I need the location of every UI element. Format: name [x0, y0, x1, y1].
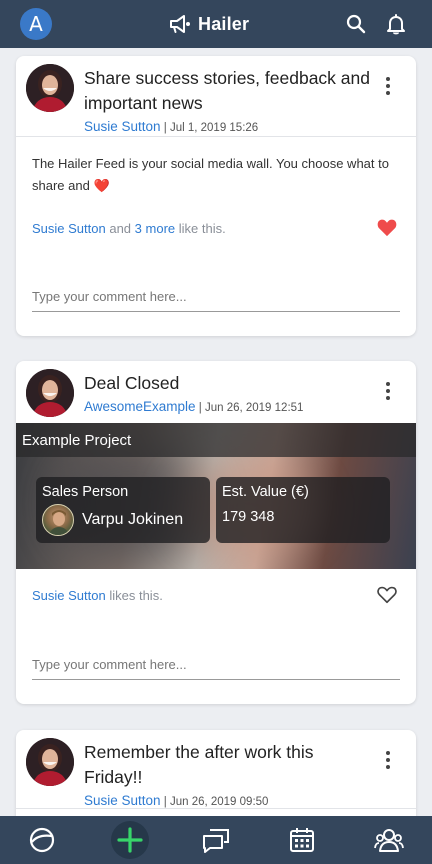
nav-discussions-button[interactable]: [200, 824, 232, 856]
calendar-icon: [290, 828, 314, 852]
likes-and: and: [109, 220, 132, 236]
nav-feed-button[interactable]: [26, 824, 58, 856]
likes-more-link[interactable]: 3 more: [135, 221, 175, 236]
est-value-field: Est. Value (€) 179 348: [216, 477, 390, 543]
likes-row: Susie Sutton and 3 more like this.: [16, 206, 416, 250]
post-title: Share success stories, feedback and impo…: [84, 68, 370, 113]
avatar-photo-icon: [26, 369, 74, 417]
author-avatar[interactable]: [26, 738, 74, 786]
post-body: The Hailer Feed is your social media wal…: [16, 137, 416, 197]
post-title: Remember the after work this Friday!!: [84, 742, 314, 787]
top-bar: A Hailer: [0, 0, 432, 48]
person-photo-icon: [48, 510, 70, 535]
avatar-photo-icon: [26, 738, 74, 786]
author-link[interactable]: Susie Sutton: [84, 793, 161, 808]
add-icon: [117, 827, 143, 853]
project-name[interactable]: Example Project: [16, 423, 416, 457]
account-avatar[interactable]: A: [20, 8, 52, 40]
people-icon: [374, 829, 404, 852]
feed-post: Share success stories, feedback and impo…: [16, 56, 416, 336]
field-label: Est. Value (€): [222, 484, 309, 500]
hailer-logo-icon: [170, 15, 190, 33]
author-link[interactable]: AwesomeExample: [84, 399, 196, 414]
person-row[interactable]: Varpu Jokinen: [42, 504, 204, 536]
more-vert-icon[interactable]: [380, 76, 396, 96]
post-date: Jun 26, 2019 09:50: [169, 796, 269, 808]
post-header: Remember the after work this Friday!! Su…: [16, 730, 416, 810]
feed-post: Deal Closed AwesomeExample | Jun 26, 201…: [16, 361, 416, 704]
bottom-nav: [0, 816, 432, 864]
likes-suffix: likes this.: [109, 587, 163, 603]
nav-people-button[interactable]: [373, 824, 405, 856]
post-meta: Susie Sutton | Jul 1, 2019 15:26: [84, 119, 259, 134]
avatar-photo-icon: [26, 64, 74, 112]
deal-banner[interactable]: Example Project Sales Person Varpu Jokin…: [16, 423, 416, 569]
comment-input[interactable]: [32, 282, 400, 312]
nav-calendar-button[interactable]: [286, 824, 318, 856]
comment-input[interactable]: [32, 650, 400, 680]
person-avatar: [42, 504, 74, 536]
heart-emoji: ❤️: [93, 178, 110, 193]
heart-outline-icon[interactable]: [376, 583, 398, 605]
post-date: Jun 26, 2019 12:51: [204, 402, 304, 414]
field-value: Varpu Jokinen: [82, 511, 184, 528]
post-date: Jul 1, 2019 15:26: [169, 122, 259, 134]
author-avatar[interactable]: [26, 369, 74, 417]
heart-filled-icon[interactable]: [376, 216, 398, 238]
discussions-icon: [203, 829, 229, 853]
author-link[interactable]: Susie Sutton: [84, 119, 161, 134]
post-meta: AwesomeExample | Jun 26, 2019 12:51: [84, 399, 304, 414]
feed-icon: [29, 827, 55, 853]
brand-name: Hailer: [198, 13, 250, 34]
liker-link[interactable]: Susie Sutton: [32, 588, 106, 603]
more-vert-icon[interactable]: [380, 381, 396, 401]
more-vert-icon[interactable]: [380, 750, 396, 770]
likes-suffix: like this.: [178, 220, 226, 236]
brand-logo: Hailer: [168, 12, 249, 36]
nav-add-button[interactable]: [111, 821, 149, 859]
sales-person-field: Sales Person Varpu Jokinen: [36, 477, 210, 543]
post-meta: Susie Sutton | Jun 26, 2019 09:50: [84, 793, 269, 808]
field-label: Sales Person: [42, 484, 129, 500]
search-icon[interactable]: [345, 13, 367, 35]
field-value: 179 348: [222, 509, 275, 525]
notifications-bell-icon[interactable]: [385, 13, 407, 35]
post-body-text: The Hailer Feed is your social media wal…: [32, 156, 389, 193]
post-header: Share success stories, feedback and impo…: [16, 56, 416, 136]
liker-link[interactable]: Susie Sutton: [32, 221, 106, 236]
likes-row: Susie Sutton likes this.: [16, 573, 416, 617]
author-avatar[interactable]: [26, 64, 74, 112]
post-title: Deal Closed: [84, 373, 180, 393]
